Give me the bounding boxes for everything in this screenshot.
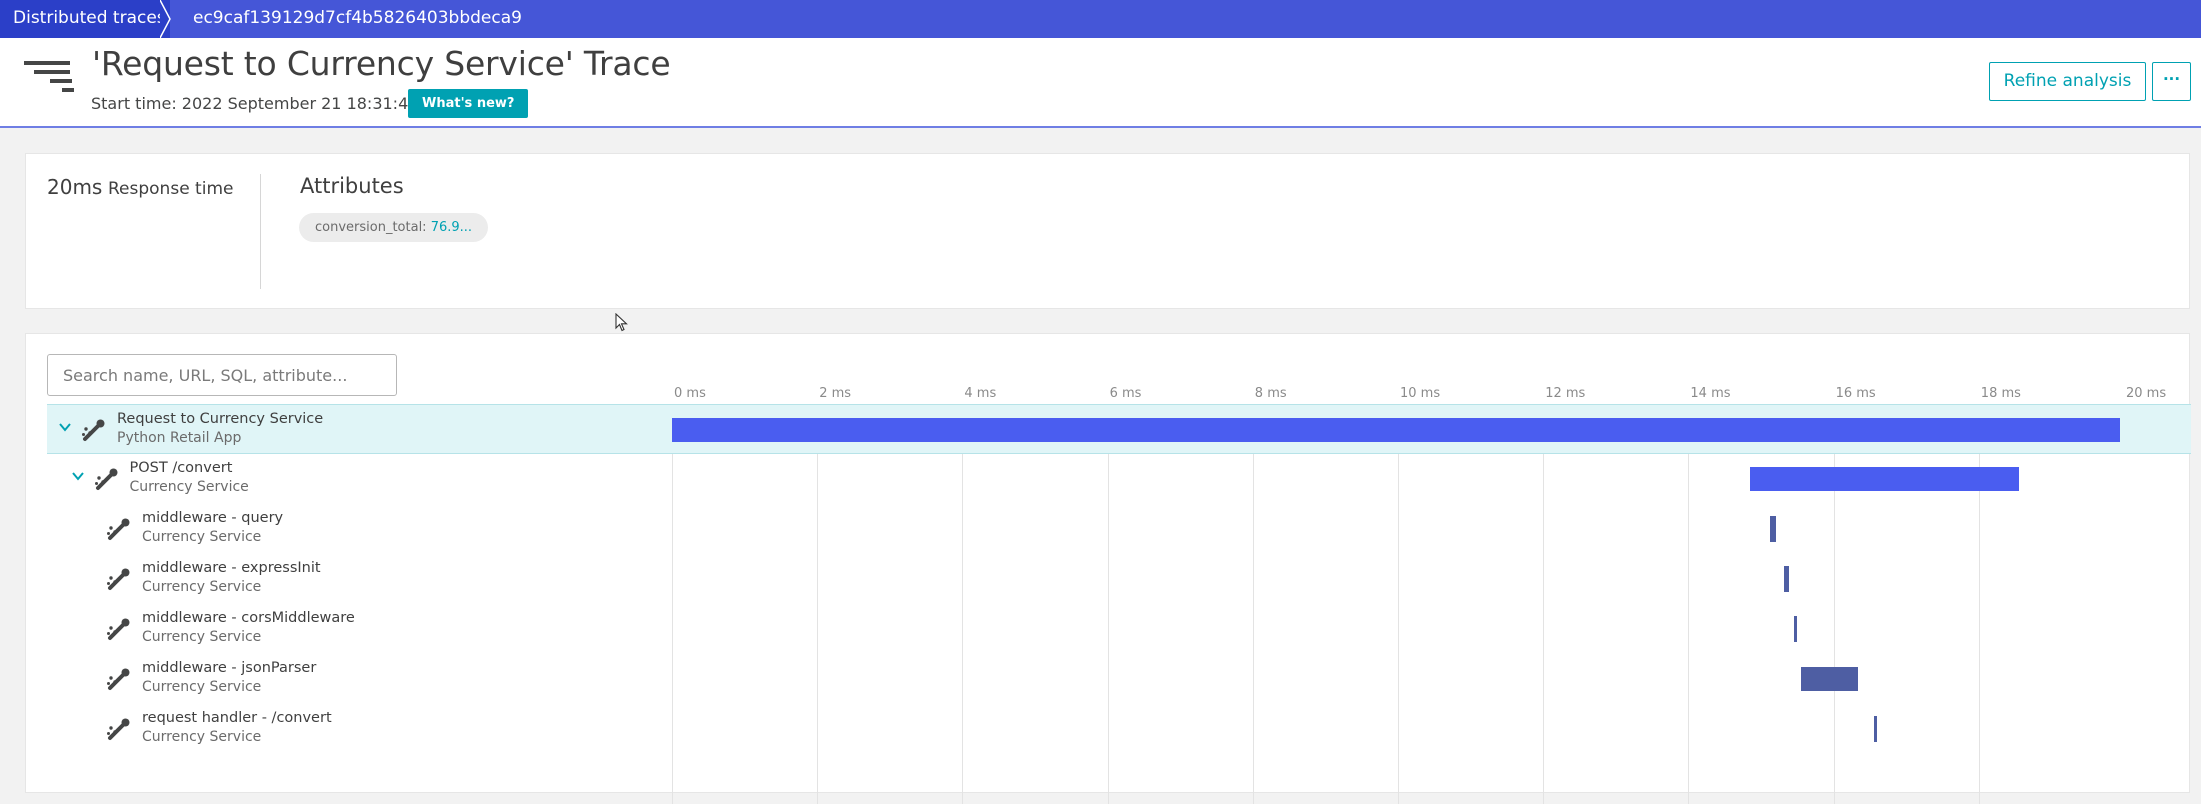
timeline-tick-label: 4 ms: [964, 386, 997, 401]
timeline-tick-label: 2 ms: [819, 386, 852, 401]
span-icon: [94, 467, 120, 491]
span-icon: [106, 567, 132, 591]
distributed-traces-icon: [24, 61, 74, 92]
attribute-chip[interactable]: conversion_total: 76.9...: [299, 213, 489, 242]
breadcrumb: Distributed traces ec9caf139129d7cf4b582…: [0, 0, 2201, 38]
timeline-tick-label: 20 ms: [2126, 386, 2167, 401]
span-service: Currency Service: [129, 479, 249, 495]
start-time: Start time: 2022 September 21 18:31:44: [91, 94, 419, 113]
span-row[interactable]: middleware - corsMiddleware Currency Serv…: [47, 604, 2191, 654]
page-title: 'Request to Currency Service' Trace: [92, 44, 671, 83]
span-service: Currency Service: [142, 579, 262, 595]
span-duration-bar[interactable]: [1750, 467, 2019, 491]
attribute-key: conversion_total:: [315, 220, 431, 235]
span-duration-bar[interactable]: [1793, 616, 1798, 642]
span-service: Currency Service: [142, 729, 262, 745]
timeline-tick-label: 18 ms: [1980, 386, 2021, 401]
timeline-tick-label: 8 ms: [1254, 386, 1287, 401]
span-name: Request to Currency Service: [117, 411, 324, 427]
attribute-value: 76.9...: [430, 220, 473, 235]
span-service: Python Retail App: [117, 430, 242, 446]
whats-new-button[interactable]: What's new?: [408, 89, 529, 118]
span-row[interactable]: middleware - query Currency Service: [47, 504, 2191, 554]
span-name: middleware - expressInit: [142, 560, 321, 576]
span-duration-bar[interactable]: [1873, 716, 1877, 742]
timeline-tick-label: 0 ms: [674, 386, 706, 401]
span-row[interactable]: middleware - jsonParser Currency Service: [47, 654, 2191, 704]
response-time-label: Response time: [108, 179, 234, 199]
timeline-tick-label: 14 ms: [1690, 386, 1731, 401]
more-options-button[interactable]: ···: [2152, 62, 2191, 101]
breadcrumb-trace-id: ec9caf139129d7cf4b5826403bbdeca9: [193, 8, 522, 28]
breadcrumb-distributed-traces[interactable]: Distributed traces: [0, 0, 170, 38]
span-duration-bar[interactable]: [1800, 667, 1858, 691]
span-row[interactable]: POST /convert Currency Service: [47, 454, 2191, 504]
span-icon: [106, 617, 132, 641]
page-header: 'Request to Currency Service' Trace Star…: [0, 38, 2201, 128]
span-name: middleware - corsMiddleware: [142, 610, 355, 626]
timeline-tick-label: 10 ms: [1400, 386, 1441, 401]
timeline-tick-label: 12 ms: [1545, 386, 1586, 401]
span-service: Currency Service: [142, 679, 262, 695]
span-duration-bar[interactable]: [672, 418, 2121, 442]
span-duration-bar[interactable]: [1770, 516, 1776, 542]
span-name: middleware - jsonParser: [142, 660, 317, 676]
span-icon: [106, 517, 132, 541]
chevron-down-icon[interactable]: [57, 419, 73, 435]
response-time-value: 20ms: [47, 175, 103, 199]
span-icon: [81, 418, 107, 442]
trace-waterfall-card: 0 ms 2 ms 4 ms 6 ms 8 ms 10 ms 12 ms 14 ms 16 ms…: [25, 333, 2192, 804]
span-duration-bar[interactable]: [1784, 566, 1789, 592]
span-row[interactable]: Request to Currency Service Python Retail…: [47, 404, 2191, 454]
timeline-tick-label: 6 ms: [1109, 386, 1142, 401]
timeline-tick-label: 16 ms: [1835, 386, 1876, 401]
attributes-title: Attributes: [300, 174, 404, 198]
divider: [260, 174, 261, 289]
refine-analysis-button[interactable]: Refine analysis: [1989, 62, 2146, 101]
span-service: Currency Service: [142, 629, 262, 645]
search-input[interactable]: [47, 354, 397, 396]
span-name: POST /convert: [129, 460, 233, 476]
breadcrumb-separator-icon: [160, 0, 171, 38]
span-row[interactable]: request handler - /convert Currency Servi…: [47, 704, 2191, 754]
span-row[interactable]: middleware - expressInit Currency Service: [47, 554, 2191, 604]
summary-card: 20ms Response time Attributes conversion…: [25, 153, 2190, 309]
timeline-axis: 0 ms 2 ms 4 ms 6 ms 8 ms 10 ms 12 ms 14 ms 16 ms…: [672, 386, 2192, 404]
mouse-cursor-icon: [615, 313, 628, 332]
chevron-down-icon[interactable]: [70, 468, 86, 484]
span-icon: [106, 667, 132, 691]
span-name: middleware - query: [142, 510, 284, 526]
span-name: request handler - /convert: [142, 710, 332, 726]
span-icon: [106, 717, 132, 741]
span-service: Currency Service: [142, 529, 262, 545]
